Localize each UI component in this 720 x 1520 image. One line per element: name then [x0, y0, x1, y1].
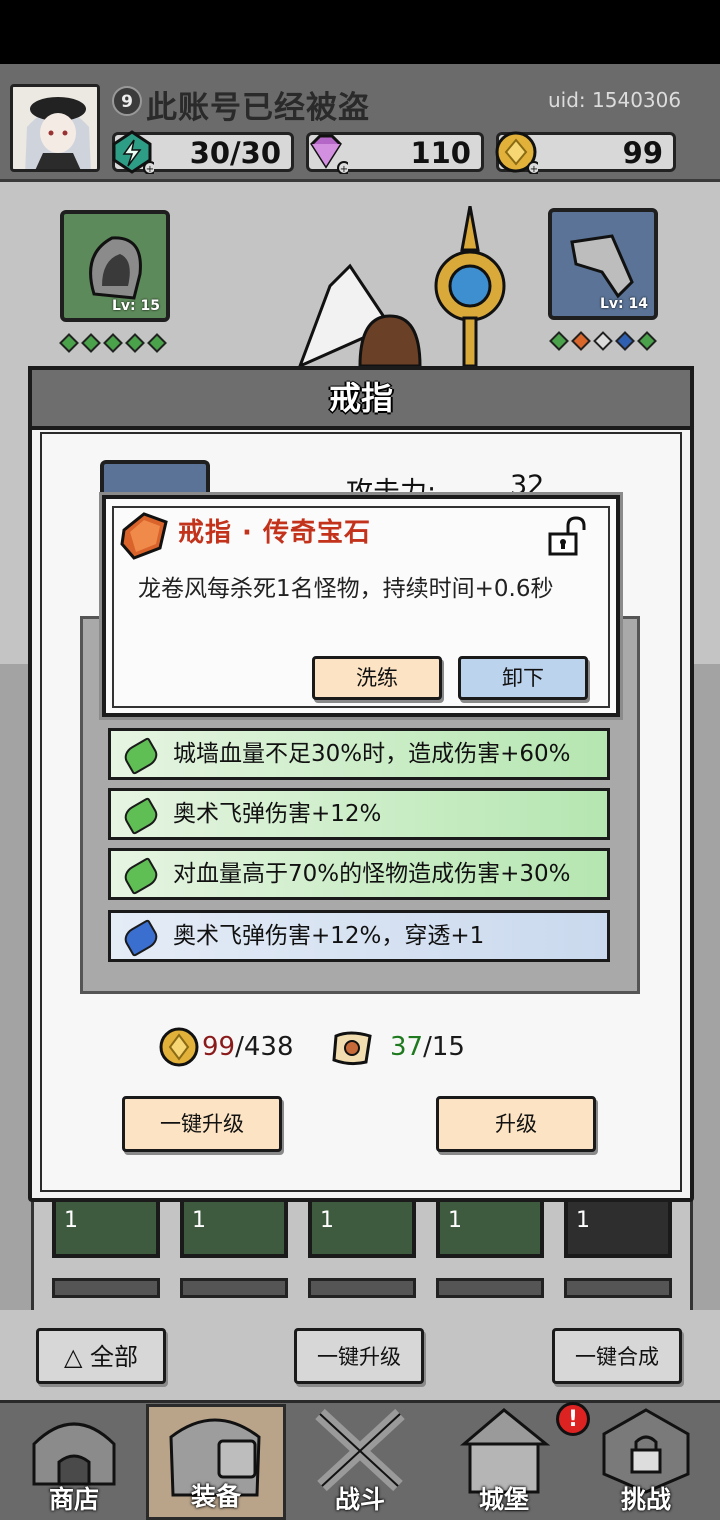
scroll-icon: [332, 1031, 372, 1066]
nav-tab-battle[interactable]: 战斗: [290, 1404, 430, 1520]
gold-value: 99: [622, 136, 663, 170]
nav-tab-shop[interactable]: 商店: [4, 1404, 144, 1520]
upgrade-button[interactable]: 升级: [436, 1096, 596, 1152]
affix-text: 城墙血量不足30%时，造成伤害+60%: [173, 741, 571, 767]
nav-label: 装备: [190, 1482, 241, 1511]
gold-need: /438: [235, 1032, 294, 1062]
unlock-icon[interactable]: [544, 514, 588, 558]
diamond-icon: +: [310, 134, 348, 174]
slot-rarity-diamonds: [59, 333, 172, 354]
nav-tab-challenge[interactable]: 挑战: [576, 1404, 716, 1520]
equipment-slot-helmet[interactable]: Lv: 15: [60, 210, 170, 322]
rarity-diamond-icon: [593, 331, 613, 351]
player-level-badge: 9: [112, 86, 142, 116]
svg-text:+: +: [530, 164, 538, 174]
merge-all-button[interactable]: 一键合成: [552, 1328, 682, 1384]
scroll-have: 37: [390, 1032, 424, 1062]
slot-level-label: Lv: 15: [111, 298, 160, 314]
player-avatar[interactable]: [10, 84, 100, 172]
gem-description: 龙卷风每杀死1名怪物，持续时间+0.6秒: [138, 576, 554, 602]
affix-row: 对血量高于70%的怪物造成伤害+30%: [108, 848, 610, 900]
triangle-up-icon: △: [63, 1343, 91, 1371]
stamina-value: 30/30: [189, 136, 281, 170]
inventory-cell[interactable]: 1: [180, 1200, 288, 1258]
inventory-cell[interactable]: 1: [436, 1200, 544, 1258]
svg-text:+: +: [340, 164, 348, 174]
scroll-need: /15: [423, 1032, 465, 1062]
inventory-upgrade-all-button[interactable]: 一键升级: [294, 1328, 424, 1384]
green-gem-icon: [120, 736, 162, 776]
rarity-diamond-icon: [549, 331, 569, 351]
inventory-cell[interactable]: 1: [308, 1200, 416, 1258]
unequip-button[interactable]: 卸下: [458, 656, 588, 700]
affix-row: 奥术飞弹伤害+12%，穿透+1: [108, 910, 610, 962]
rarity-diamond-icon: [59, 333, 79, 353]
nav-tab-castle[interactable]: 城堡: [434, 1404, 574, 1520]
avatar-portrait-icon: [13, 87, 97, 169]
stamina-icon: +: [112, 130, 154, 174]
player-name: 此账号已经被盗: [146, 90, 370, 126]
rarity-diamond-icon: [125, 333, 145, 353]
green-gem-icon: [120, 796, 162, 836]
inventory-cell-edge: [180, 1278, 288, 1298]
nav-label: 战斗: [334, 1485, 385, 1514]
upgrade-all-button[interactable]: 一键升级: [122, 1096, 282, 1152]
inventory-cell-edge: [436, 1278, 544, 1298]
equipment-slot-bracer[interactable]: Lv: 14: [548, 208, 658, 320]
slot-rarity-diamonds: [549, 331, 662, 352]
affix-text: 奥术飞弹伤害+12%，穿透+1: [173, 923, 485, 949]
gold-have: 99: [202, 1032, 236, 1062]
gem-value: 110: [410, 136, 471, 170]
rarity-diamond-icon: [103, 333, 123, 353]
affix-text: 奥术飞弹伤害+12%: [173, 801, 382, 827]
gem-title: 戒指 · 传奇宝石: [178, 518, 371, 548]
hero-character-icon: [298, 206, 506, 366]
cell-count: 1: [320, 1208, 334, 1233]
affix-row: 城墙血量不足30%时，造成伤害+60%: [108, 728, 610, 780]
nav-label: 城堡: [478, 1485, 529, 1514]
blue-gem-icon: [120, 918, 162, 958]
dialog-title: 戒指: [328, 379, 393, 417]
inventory-cell[interactable]: 1: [52, 1200, 160, 1258]
inventory-frame-right: [690, 664, 720, 1310]
cell-count: 1: [192, 1208, 206, 1233]
filter-all-label: 全部: [90, 1343, 139, 1371]
ring-item-slot: [100, 460, 210, 500]
inventory-cell-edge: [52, 1278, 160, 1298]
status-bar: [0, 0, 720, 64]
nav-label: 挑战: [620, 1485, 671, 1514]
dialog-title-bar: 戒指: [28, 366, 694, 430]
gold-cost: 99/438: [202, 1032, 293, 1062]
cell-count: 1: [64, 1208, 78, 1233]
rarity-diamond-icon: [81, 333, 101, 353]
rarity-diamond-icon: [615, 331, 635, 351]
rarity-diamond-icon: [637, 331, 657, 351]
slot-level-label: Lv: 14: [599, 296, 648, 312]
affix-row: 奥术飞弹伤害+12%: [108, 788, 610, 840]
cell-count: 1: [576, 1208, 590, 1233]
affix-text: 对血量高于70%的怪物造成伤害+30%: [173, 861, 571, 887]
gold-coin-icon: [159, 1027, 199, 1067]
inventory-next-row: [52, 1278, 672, 1298]
svg-text:+: +: [146, 164, 154, 174]
nav-label: 商店: [48, 1485, 99, 1514]
legendary-gem-icon: [120, 512, 168, 560]
rarity-diamond-icon: [571, 331, 591, 351]
player-uid: uid: 1540306: [548, 88, 682, 112]
inventory-cell-edge: [564, 1278, 672, 1298]
scroll-cost: 37/15: [390, 1032, 465, 1062]
inventory-cell-edge: [308, 1278, 416, 1298]
gold-coin-icon: +: [495, 131, 538, 174]
inventory-cell[interactable]: 1: [564, 1200, 672, 1258]
cell-count: 1: [448, 1208, 462, 1233]
green-gem-icon: [120, 856, 162, 896]
nav-tab-equipment[interactable]: 装备: [146, 1404, 286, 1520]
rarity-diamond-icon: [147, 333, 167, 353]
reforge-button[interactable]: 洗练: [312, 656, 442, 700]
filter-all-button[interactable]: △ 全部: [36, 1328, 166, 1384]
